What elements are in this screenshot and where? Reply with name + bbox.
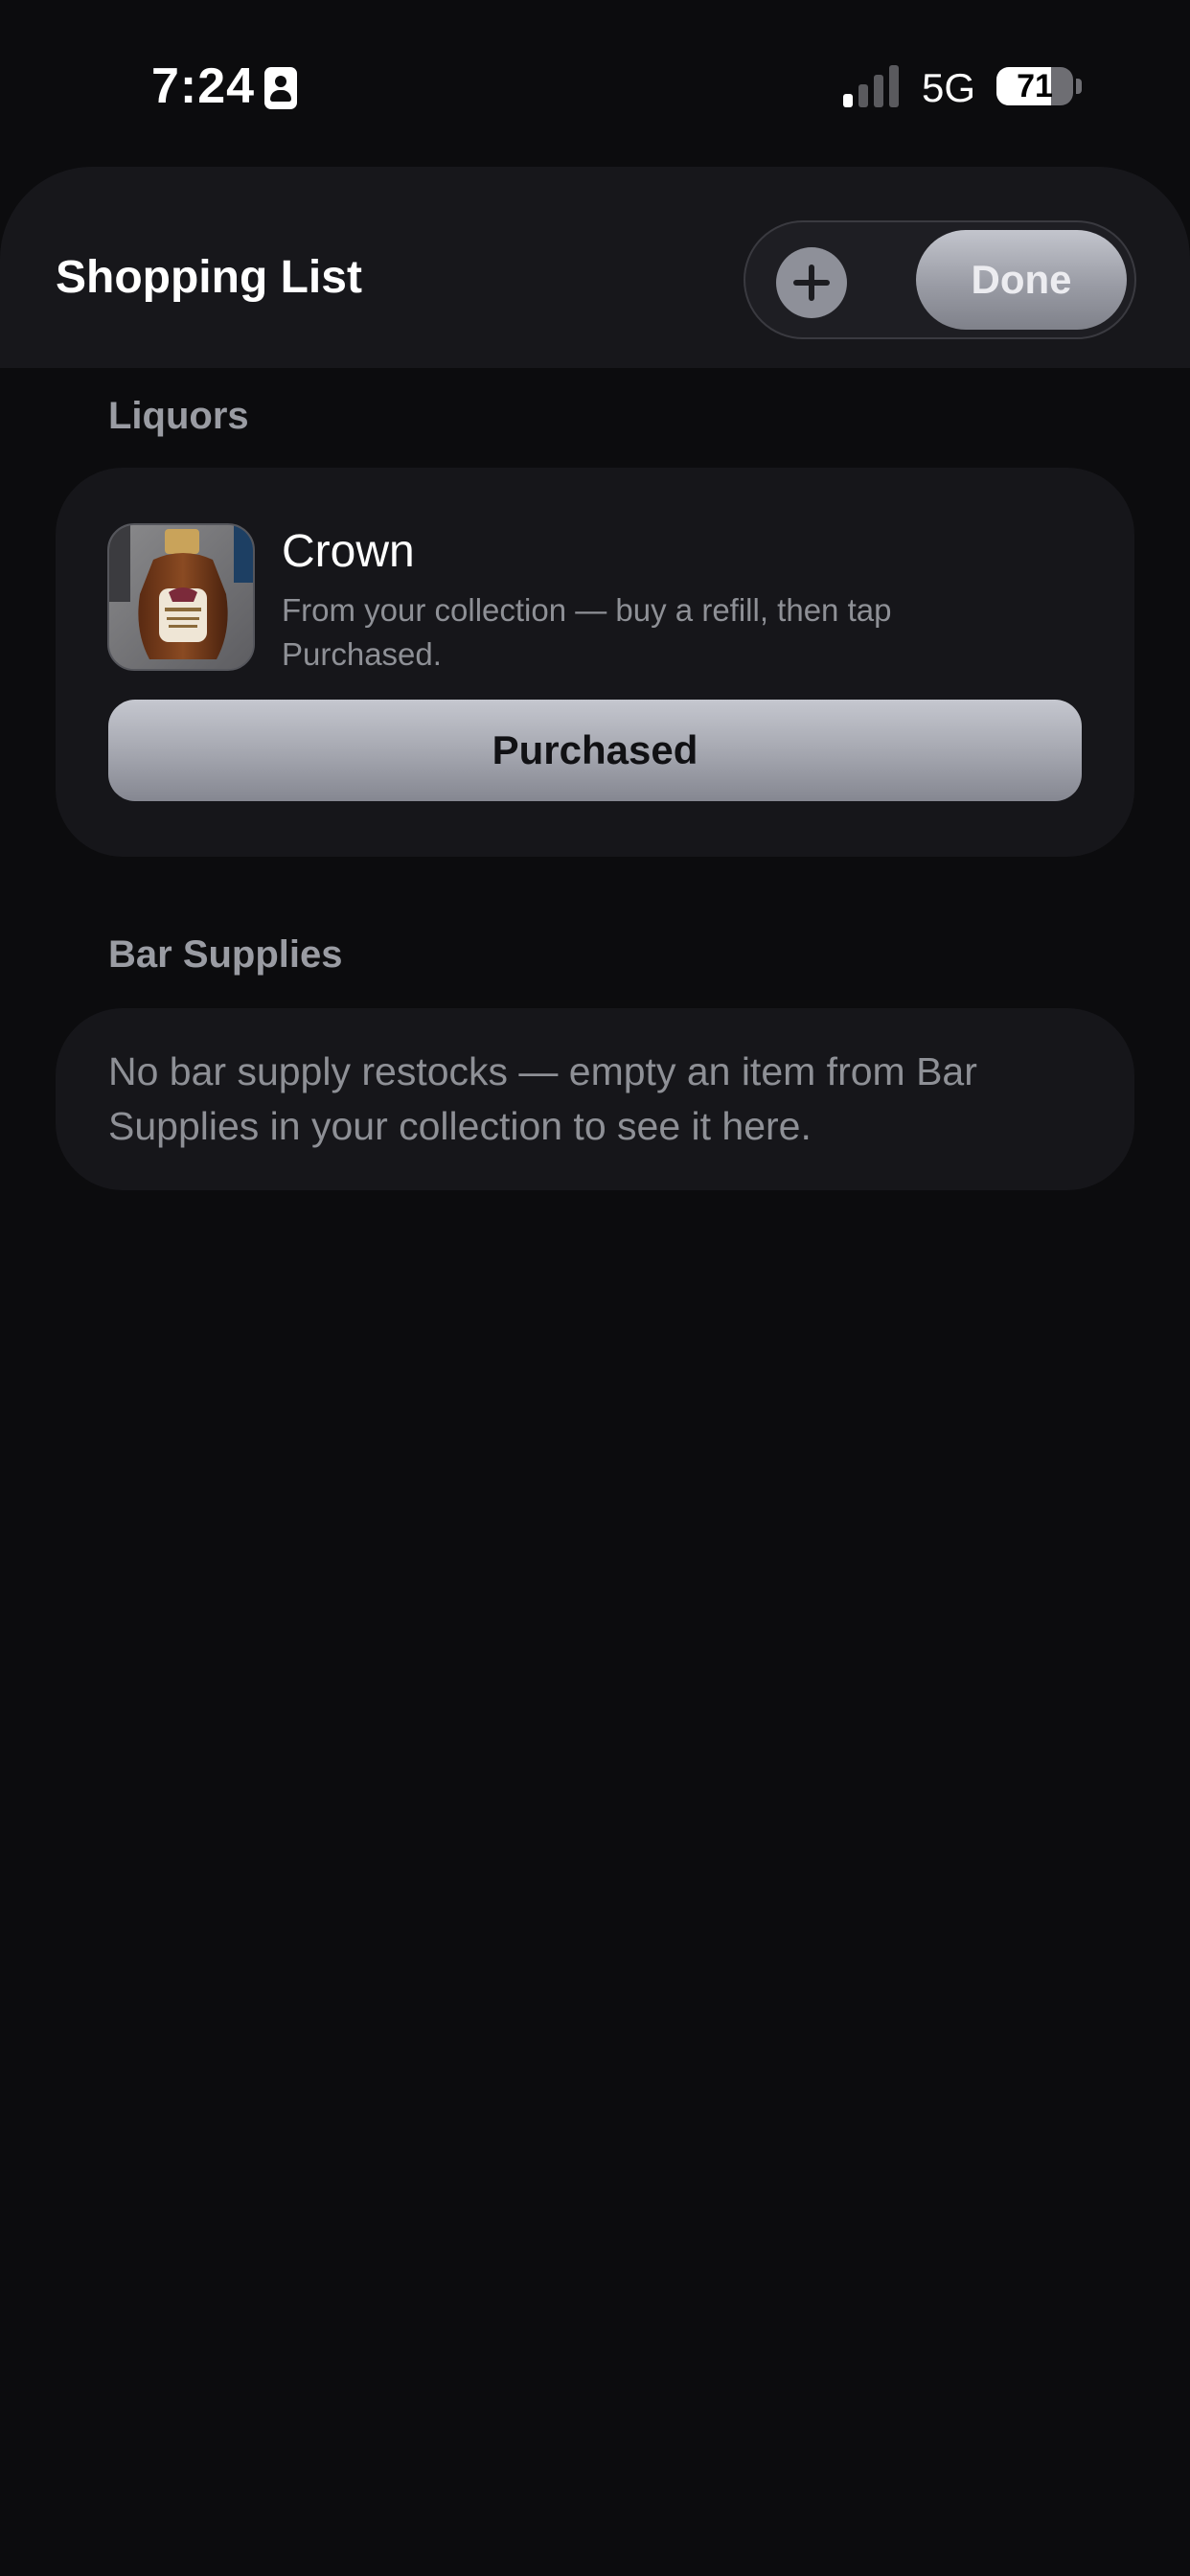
status-time: 7:24 xyxy=(151,58,256,114)
battery-icon: 71 xyxy=(996,67,1073,105)
signal-bar xyxy=(843,94,853,107)
liquor-bottle-thumbnail xyxy=(107,523,255,671)
network-type: 5G xyxy=(922,65,976,110)
purchased-button[interactable]: Purchased xyxy=(108,700,1082,801)
signal-bar xyxy=(889,65,899,107)
item-title: Crown xyxy=(282,526,415,577)
page-title: Shopping List xyxy=(56,252,362,303)
signal-bar xyxy=(858,84,868,107)
battery-cap xyxy=(1076,79,1082,94)
section-header-bar-supplies: Bar Supplies xyxy=(108,933,343,976)
section-header-liquors: Liquors xyxy=(108,395,249,437)
done-button[interactable]: Done xyxy=(916,230,1127,330)
cellular-signal-icon xyxy=(843,65,904,107)
screen: 7:24 5G 71 Shopping List Done Liquors Cr… xyxy=(0,0,1190,2576)
empty-state-message: No bar supply restocks — empty an item f… xyxy=(108,1049,977,1148)
status-bar: 7:24 5G 71 xyxy=(0,0,1190,163)
add-button[interactable] xyxy=(776,247,847,318)
item-subtitle: From your collection — buy a refill, the… xyxy=(282,592,892,672)
battery-level: 71 xyxy=(1017,68,1053,104)
liquor-bottle-photo xyxy=(109,525,253,669)
contact-card-icon xyxy=(264,67,297,109)
signal-bar xyxy=(874,75,883,107)
